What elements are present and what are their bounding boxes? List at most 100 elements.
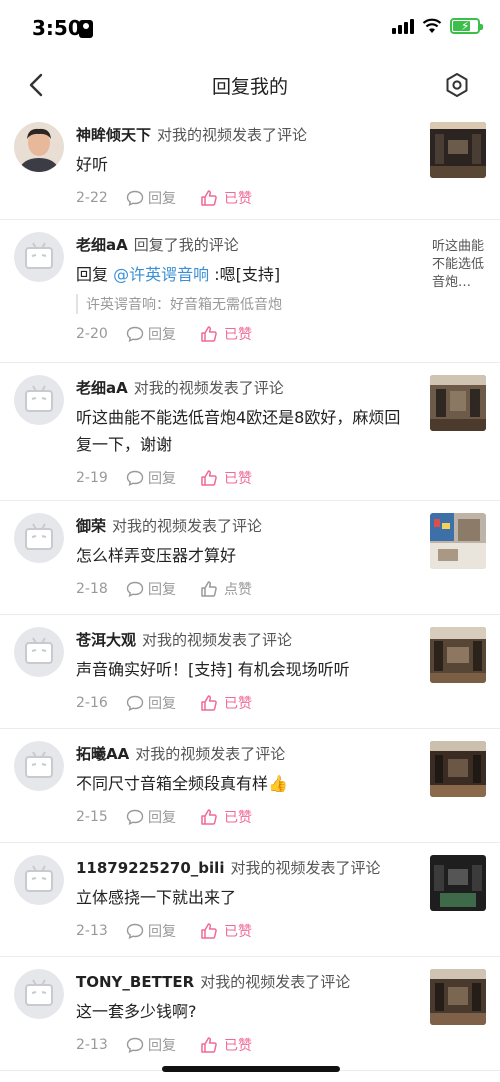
comment-bubble-icon (126, 923, 144, 939)
list-item[interactable]: 苍洱大观 对我的视频发表了评论 声音确实好听！[支持] 有机会现场听听 2-16 … (0, 615, 500, 729)
reply-date: 2-22 (76, 190, 108, 206)
reply-date: 2-18 (76, 581, 108, 597)
video-thumbnail[interactable] (430, 513, 486, 569)
username[interactable]: 苍洱大观 (76, 631, 136, 649)
list-item[interactable]: TONY_BETTER 对我的视频发表了评论 这一套多少钱啊? 2-13 回复 已… (0, 957, 500, 1071)
reply-button[interactable]: 回复 (126, 693, 200, 713)
avatar[interactable] (14, 627, 64, 677)
list-item[interactable]: 拓曦AA 对我的视频发表了评论 不同尺寸音箱全频段真有样👍 2-15 回复 已赞 (0, 729, 500, 843)
reply-text[interactable]: 这一套多少钱啊? (76, 998, 416, 1025)
thumbs-up-icon (201, 923, 217, 939)
username[interactable]: 御荣 (76, 517, 106, 535)
avatar[interactable] (14, 855, 64, 905)
reply-label: 回复 (148, 471, 176, 487)
reply-action: 对我的视频发表了评论 (230, 859, 381, 877)
like-label: 已赞 (224, 924, 252, 940)
reply-button[interactable]: 回复 (126, 188, 200, 208)
comment-bubble-icon (126, 809, 144, 825)
status-time: 3:50 (32, 16, 82, 40)
like-button[interactable]: 已赞 (200, 468, 252, 488)
thumbs-up-icon (201, 470, 217, 486)
reply-action: 对我的视频发表了评论 (200, 973, 351, 991)
reply-date: 2-16 (76, 695, 108, 711)
avatar[interactable] (14, 741, 64, 791)
reply-meta: 2-18 回复 点赞 (76, 579, 416, 599)
reply-label: 回复 (148, 1038, 176, 1054)
username[interactable]: 神眸倾天下 (76, 126, 151, 144)
reply-meta: 2-13 回复 已赞 (76, 921, 416, 941)
avatar[interactable] (14, 232, 64, 282)
reply-text[interactable]: 听这曲能不能选低音炮4欧还是8欧好，麻烦回复一下，谢谢 (76, 404, 416, 458)
reply-text[interactable]: 立体感挠一下就出来了 (76, 884, 416, 911)
reply-label: 回复 (148, 582, 176, 598)
reply-meta: 2-15 回复 已赞 (76, 807, 416, 827)
reply-header: TONY_BETTER 对我的视频发表了评论 (76, 971, 416, 992)
username[interactable]: TONY_BETTER (76, 973, 194, 991)
video-thumbnail[interactable] (430, 122, 486, 178)
like-button[interactable]: 已赞 (200, 921, 252, 941)
username[interactable]: 拓曦AA (76, 745, 129, 763)
video-thumbnail[interactable] (430, 969, 486, 1025)
thumbs-up-icon (201, 581, 217, 597)
reply-text[interactable]: 不同尺寸音箱全频段真有样👍 (76, 770, 416, 797)
video-thumbnail[interactable] (430, 627, 486, 683)
page-title: 回复我的 (211, 76, 288, 98)
reply-text[interactable]: 怎么样弄变压器才算好 (76, 542, 416, 569)
reply-content: 御荣 对我的视频发表了评论 怎么样弄变压器才算好 2-18 回复 点赞 (76, 515, 416, 599)
list-item[interactable]: 神眸倾天下 对我的视频发表了评论 好听 2-22 回复 已赞 (0, 110, 500, 220)
thumbs-up-icon (201, 326, 217, 342)
video-thumbnail[interactable] (430, 855, 486, 911)
reply-button[interactable]: 回复 (126, 921, 200, 941)
avatar[interactable] (14, 375, 64, 425)
like-button[interactable]: 点赞 (200, 579, 252, 599)
status-bar: 3:50 ⚡ (0, 0, 500, 60)
like-label: 已赞 (224, 471, 252, 487)
list-item[interactable]: 老细aA 回复了我的评论 回复 @许英谔音响 :嗯[支持] 许英谔音响：好音箱无需… (0, 220, 500, 363)
reply-label: 回复 (148, 191, 176, 207)
list-item[interactable]: 11879225270_bili 对我的视频发表了评论 立体感挠一下就出来了 2-… (0, 843, 500, 957)
reply-text[interactable]: 回复 @许英谔音响 :嗯[支持] (76, 261, 416, 288)
reply-content: 老细aA 回复了我的评论 回复 @许英谔音响 :嗯[支持] 许英谔音响：好音箱无需… (76, 234, 416, 344)
reply-content: 拓曦AA 对我的视频发表了评论 不同尺寸音箱全频段真有样👍 2-15 回复 已赞 (76, 743, 416, 827)
reply-prefix: 回复 (76, 265, 114, 284)
reply-button[interactable]: 回复 (126, 579, 200, 599)
like-button[interactable]: 已赞 (200, 693, 252, 713)
like-button[interactable]: 已赞 (200, 188, 252, 208)
battery-icon: ⚡ (450, 18, 483, 34)
reply-action: 对我的视频发表了评论 (133, 379, 284, 397)
reply-button[interactable]: 回复 (126, 807, 200, 827)
username[interactable]: 老细aA (76, 236, 128, 254)
video-thumbnail[interactable] (430, 741, 486, 797)
reply-label: 回复 (148, 696, 176, 712)
original-comment-preview[interactable]: 听这曲能不能选低音炮… (432, 238, 488, 292)
mention-link[interactable]: @许英谔音响 (113, 265, 209, 284)
reply-content: TONY_BETTER 对我的视频发表了评论 这一套多少钱啊? 2-13 回复 已… (76, 971, 416, 1055)
like-label: 已赞 (224, 696, 252, 712)
list-item[interactable]: 老细aA 对我的视频发表了评论 听这曲能不能选低音炮4欧还是8欧好，麻烦回复一下，… (0, 363, 500, 501)
avatar[interactable] (14, 969, 64, 1019)
video-thumbnail[interactable] (430, 375, 486, 431)
status-icons: ⚡ (392, 18, 483, 34)
settings-icon[interactable] (442, 70, 472, 100)
quoted-comment[interactable]: 许英谔音响：好音箱无需低音炮 (76, 294, 416, 314)
reply-button[interactable]: 回复 (126, 324, 200, 344)
like-button[interactable]: 已赞 (200, 1035, 252, 1055)
reply-header: 老细aA 回复了我的评论 (76, 234, 416, 255)
home-indicator[interactable] (162, 1066, 340, 1072)
reply-text[interactable]: 好听 (76, 151, 416, 178)
reply-action: 对我的视频发表了评论 (135, 745, 286, 763)
reply-action: 对我的视频发表了评论 (142, 631, 293, 649)
like-button[interactable]: 已赞 (200, 324, 252, 344)
username[interactable]: 11879225270_bili (76, 859, 224, 877)
reply-label: 回复 (148, 327, 176, 343)
reply-action: 对我的视频发表了评论 (157, 126, 308, 144)
reply-button[interactable]: 回复 (126, 1035, 200, 1055)
reply-button[interactable]: 回复 (126, 468, 200, 488)
username[interactable]: 老细aA (76, 379, 128, 397)
avatar[interactable] (14, 513, 64, 563)
avatar[interactable] (14, 122, 64, 172)
list-item[interactable]: 御荣 对我的视频发表了评论 怎么样弄变压器才算好 2-18 回复 点赞 (0, 501, 500, 615)
reply-text[interactable]: 声音确实好听！[支持] 有机会现场听听 (76, 656, 416, 683)
like-button[interactable]: 已赞 (200, 807, 252, 827)
like-label: 已赞 (224, 1038, 252, 1054)
